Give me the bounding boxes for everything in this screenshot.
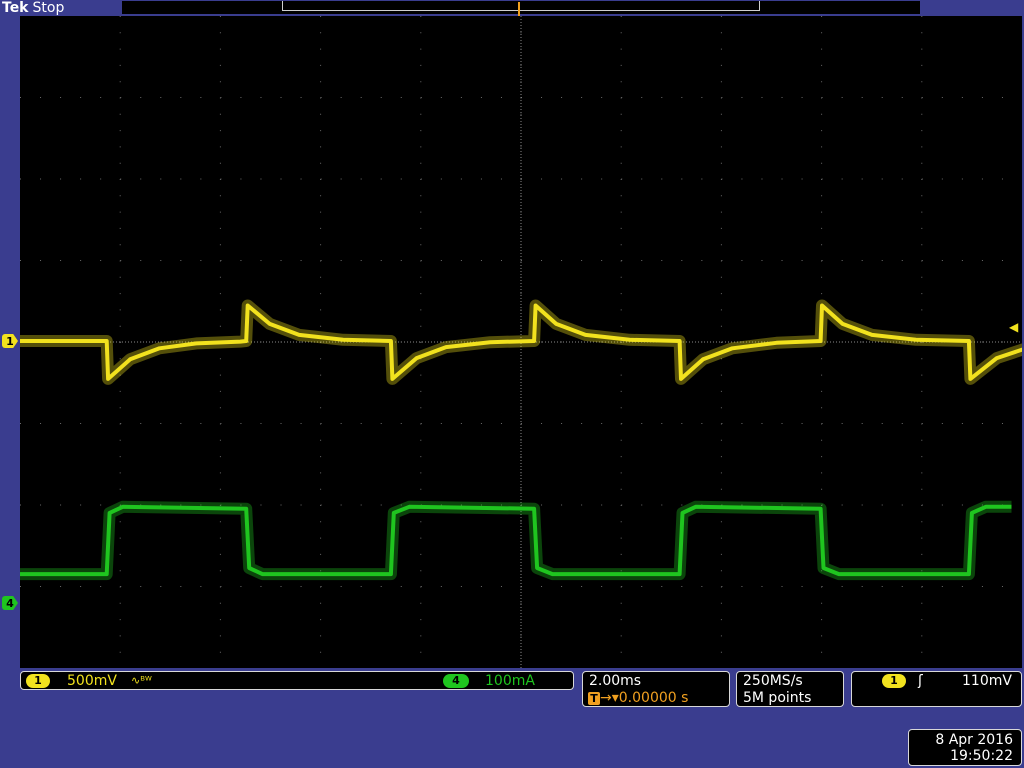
date-time-panel: 8 Apr 2016 19:50:22 (908, 729, 1022, 766)
trigger-level-arrow-icon[interactable]: ◀ (1009, 320, 1018, 334)
trace-ch4 (20, 504, 1012, 577)
traces (20, 299, 1022, 581)
sample-rate[interactable]: 250MS/s (743, 673, 803, 690)
ch1-badge[interactable]: 1 (26, 674, 50, 688)
ch1-coupling-icon: ∿ᴮᵂ (131, 674, 152, 687)
channel-readout-panel[interactable]: 1 500mV ∿ᴮᵂ 4 100mA (20, 671, 574, 690)
trigger-position-value: 0.00000 s (618, 690, 689, 706)
trigger-position-readout[interactable]: T →▾0.00000 s (588, 690, 688, 707)
acquisition-state: Stop (32, 0, 65, 16)
horizontal-readout-panel[interactable]: 2.00ms T →▾0.00000 s (582, 671, 730, 707)
trigger-source-badge[interactable]: 1 (882, 674, 906, 688)
ch1-ground-marker[interactable]: 1 (2, 334, 18, 348)
trigger-level[interactable]: 110mV (962, 672, 1012, 690)
rising-edge-icon: ʃ (918, 673, 923, 689)
trace-ch4-band (20, 500, 1012, 581)
ch1-scale[interactable]: 500mV (67, 672, 117, 690)
waveform-display[interactable] (20, 16, 1022, 668)
ch4-badge[interactable]: 4 (443, 674, 469, 688)
brand-logo: Tek (2, 0, 29, 16)
time: 19:50:22 (950, 748, 1013, 764)
ch4-scale[interactable]: 100mA (485, 672, 535, 690)
ch4-ground-marker[interactable]: 4 (2, 596, 18, 610)
date: 8 Apr 2016 (935, 732, 1013, 748)
acquisition-readout-panel[interactable]: 250MS/s 5M points (736, 671, 844, 707)
record-length[interactable]: 5M points (743, 690, 811, 707)
trigger-t-icon: T (588, 692, 600, 705)
timebase[interactable]: 2.00ms (589, 673, 641, 690)
brand-status: Tek Stop (2, 0, 64, 16)
arrow-right-icon: →▾ (600, 690, 619, 706)
trigger-readout-panel[interactable]: 1 ʃ 110mV (851, 671, 1022, 707)
